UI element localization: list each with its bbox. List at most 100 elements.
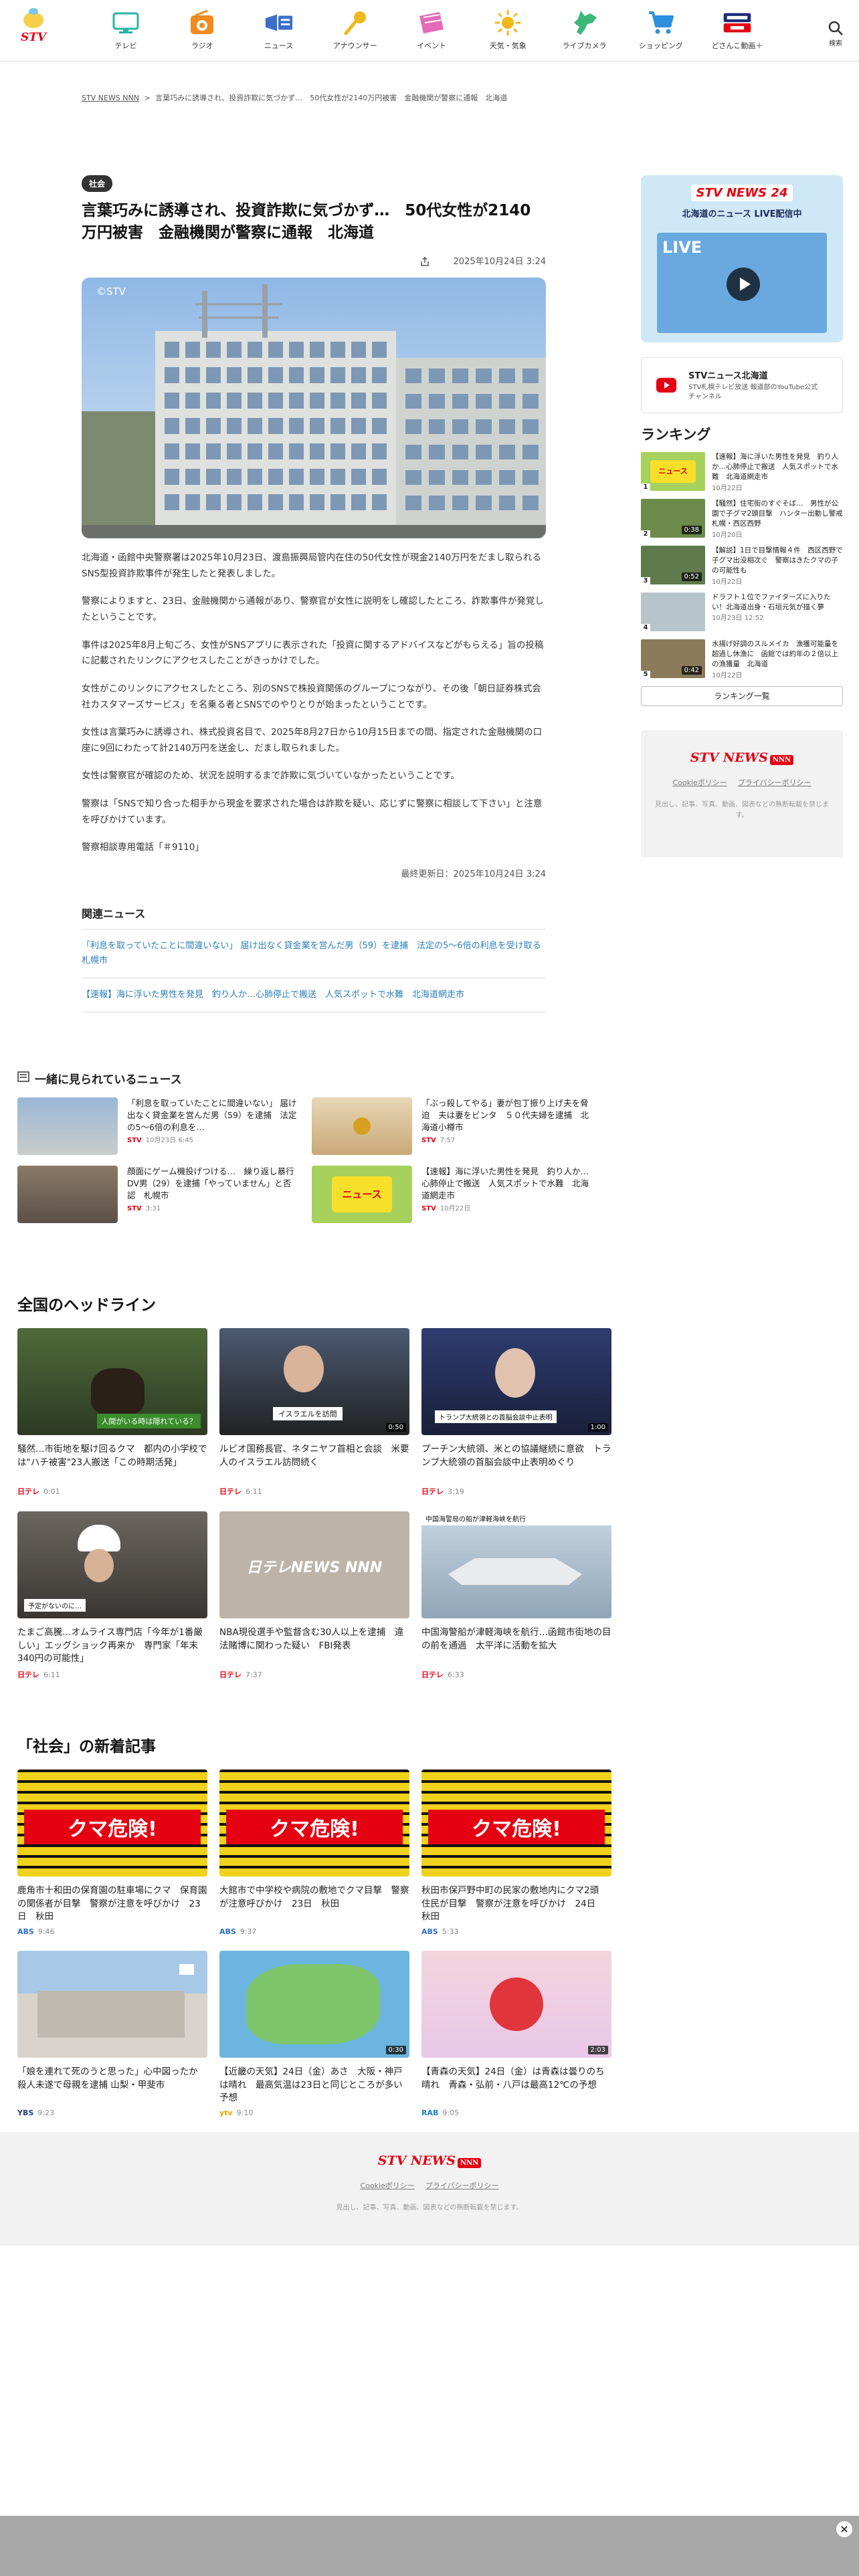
society-card-date: 9:23 bbox=[37, 2109, 54, 2117]
headline-card[interactable]: 人間がいる時は隠れている？ 騒然…市街地を駆け回るクマ 都内の小学校では"ハチ被… bbox=[17, 1328, 207, 1497]
article-paragraph: 警察によりますと、23日、金融機関から通報があり、警察官が女性に説明をし確認した… bbox=[82, 596, 544, 623]
article-paragraph: 警察は「SNSで知り合った相手から現金を要求された場合は詐欺を疑い、応じずに警察… bbox=[82, 798, 543, 825]
dosanko-logo-icon bbox=[723, 8, 752, 37]
footer-logo[interactable]: STV NEWS NNN bbox=[378, 2153, 482, 2168]
cookie-policy-link[interactable]: Cookieポリシー bbox=[360, 2181, 414, 2190]
nav-item-radio[interactable]: ラジオ bbox=[170, 5, 234, 55]
viewed-card-title: 「ぶっ殺してやる」妻が包丁振り上げ夫を脅迫 夫は妻をビンタ ５０代夫婦を逮捕 北… bbox=[421, 1098, 589, 1133]
society-card[interactable]: クマ危険! 鹿角市十和田の保育園の駐車場にクマ 保育園の関係者が目撃 警察が注意… bbox=[17, 1769, 207, 1936]
society-card[interactable]: クマ危険! 大館市で中学校や病院の敷地でクマ目撃 警察が注意呼びかけ 23日 秋… bbox=[219, 1769, 409, 1936]
breadcrumb-home-link[interactable]: STV NEWS NNN bbox=[82, 94, 139, 102]
headline-thumbnail: 日テレNEWS NNN bbox=[219, 1511, 409, 1618]
headline-thumbnail: イスラエルを訪問 0:50 bbox=[219, 1328, 409, 1435]
viewed-card[interactable]: 顔面にゲーム機投げつける… 繰り返し暴行 DV男（29）を逮捕「やっていません」… bbox=[17, 1166, 298, 1223]
ranking-title-text: 【速報】海に浮いた男性を発見 釣り人か…心肺停止で搬送 人気スポットで水難 北海… bbox=[712, 453, 838, 481]
related-news-link[interactable]: 【速報】海に浮いた男性を発見 釣り人か…心肺停止で搬送 人気スポットで水難 北海… bbox=[82, 978, 546, 1013]
article-paragraph: 女性は言葉巧みに誘導され、株式投資名目で、2025年8月27日から10月15日ま… bbox=[82, 727, 543, 754]
source-logo: 日テレ bbox=[17, 1487, 39, 1496]
ranking-more-button[interactable]: ランキング一覧 bbox=[641, 686, 843, 706]
ranking-title-text: 【解説】1日で目撃情報４件 西区西野で子グマ出没相次ぐ 警察はきたクマの子の可能… bbox=[712, 546, 843, 575]
privacy-policy-link[interactable]: プライバシーポリシー bbox=[738, 778, 812, 787]
cookie-policy-link[interactable]: Cookieポリシー bbox=[672, 778, 727, 787]
video-duration: 1:00 bbox=[587, 1423, 608, 1432]
ranking-item[interactable]: 4 ドラフト１位でファイターズに入りたい！北海道出身・石垣元気が描く夢 10月23… bbox=[641, 593, 843, 631]
headline-card-date: 6:11 bbox=[246, 1487, 262, 1496]
logo-text: STV bbox=[20, 31, 47, 44]
related-news-link[interactable]: 「利息を取っていたことに間違いない」 届け出なく貸金業を営んだ男（59）を逮捕 … bbox=[82, 928, 550, 979]
nav-label: どさんこ動画＋ bbox=[711, 41, 763, 50]
nav-item-shopping[interactable]: ショッピング bbox=[629, 5, 693, 55]
viewed-card-date: 3:31 bbox=[145, 1205, 161, 1213]
article-date: 2025年10月24日 3:24 bbox=[453, 256, 547, 267]
viewed-thumbnail bbox=[17, 1166, 118, 1223]
national-headlines-section: 全国のヘッドライン 人間がいる時は隠れている？ 騒然…市街地を駆け回るクマ 都内… bbox=[17, 1292, 613, 1680]
nav-item-news[interactable]: ニュース bbox=[247, 5, 311, 55]
society-card-date: 9:46 bbox=[37, 1927, 55, 1936]
main-nav: テレビ ラジオ ニュース アナウンサー イベント 天気・気象 ライブカメラ ショ… bbox=[94, 5, 769, 55]
article-paragraph: 女性がこのリンクにアクセスしたところ、別のSNSで株投資関係のグループにつながり… bbox=[82, 683, 541, 710]
viewed-card[interactable]: 「ぶっ殺してやる」妻が包丁振り上げ夫を脅迫 夫は妻をビンタ ５０代夫婦を逮捕 北… bbox=[312, 1097, 593, 1155]
search-button[interactable]: 検索 bbox=[824, 20, 847, 47]
headline-card[interactable]: 予定がないのに… たまご高騰…オムライス専門店「今年が1番厳しい」エッグショック… bbox=[17, 1511, 207, 1680]
society-card-date: 9:37 bbox=[240, 1927, 257, 1936]
source-logo: RAB bbox=[421, 2109, 439, 2117]
nav-label: ニュース bbox=[264, 41, 294, 50]
headline-card-date: 0:01 bbox=[43, 1487, 60, 1496]
viewed-thumbnail: ニュース bbox=[312, 1166, 412, 1223]
ranking-item[interactable]: 2 0:38 【騒然】住宅街のすぐそば… 男性が公園で子グマ2頭目撃 ハンター出動… bbox=[641, 499, 850, 539]
society-card[interactable]: 「娘を連れて死のうと思った」心中図ったか 殺人未遂で母親を逮捕 山梨・甲斐市 Y… bbox=[17, 1951, 207, 2117]
breadcrumb-separator: > bbox=[144, 94, 151, 102]
tv-icon bbox=[111, 8, 140, 37]
footer-logo[interactable]: STV NEWS NNN bbox=[690, 750, 794, 765]
play-icon[interactable] bbox=[727, 267, 760, 301]
nav-item-announcer[interactable]: アナウンサー bbox=[323, 5, 387, 55]
nav-item-event[interactable]: イベント bbox=[399, 5, 464, 55]
viewed-card-date: 7:57 bbox=[440, 1137, 456, 1145]
nav-label: イベント bbox=[417, 41, 446, 50]
ranking: ランキング ニュース 1 【速報】海に浮いた男性を発見 釣り人か…心肺停止で搬送 … bbox=[641, 424, 850, 706]
viewed-card[interactable]: 「利息を取っていたことに間違いない」 届け出なく貸金業を営んだ男（59）を逮捕 … bbox=[17, 1097, 298, 1155]
headline-card[interactable]: 中国海警局の船が津軽海峡を航行 中国海警船が津軽海峡を航行…函館市街地の目の前を… bbox=[421, 1511, 611, 1680]
image-credit: ©STV bbox=[96, 286, 126, 298]
viewed-card-title: 【速報】海に浮いた男性を発見 釣り人か…心肺停止で搬送 人気スポットで水難 北海… bbox=[421, 1166, 589, 1201]
headline-card[interactable]: 日テレNEWS NNN NBA現役選手や監督含む30人以上を逮捕 違法賭博に関わ… bbox=[219, 1511, 409, 1680]
nav-label: ライブカメラ bbox=[562, 41, 607, 50]
nav-item-livecamera[interactable]: ライブカメラ bbox=[553, 5, 617, 55]
viewed-card-title: 「利息を取っていたことに間違いない」 届け出なく貸金業を営んだ男（59）を逮捕 … bbox=[127, 1098, 297, 1133]
related-news: 関連ニュース 「利息を取っていたことに間違いない」 届け出なく貸金業を営んだ男（… bbox=[82, 905, 550, 1013]
footer-logo-badge: NNN bbox=[769, 755, 794, 765]
ranking-date: 10月20日 bbox=[712, 531, 743, 539]
source-logo: ABS bbox=[421, 1927, 438, 1936]
live-thumbnail: LIVE bbox=[657, 233, 827, 333]
privacy-policy-link[interactable]: プライバシーポリシー bbox=[425, 2181, 499, 2190]
breadcrumb: STV NEWS NNN > 言葉巧みに誘導され、投資詐欺に気づかず… 50代女… bbox=[82, 92, 510, 103]
ranking-item[interactable]: 5 0:42 水揚げ好調のスルメイカ 漁獲可能量を超過し休漁に 函館では約年の２倍… bbox=[641, 639, 843, 679]
nav-item-dosanko[interactable]: どさんこ動画＋ bbox=[705, 5, 769, 55]
thumbnail-caption: イスラエルを訪問 bbox=[273, 1407, 343, 1420]
society-card[interactable]: クマ危険! 秋田市保戸野中町の民家の敷地内にクマ2頭 住民が目撃 警察が注意を呼… bbox=[421, 1769, 611, 1936]
nav-item-tv[interactable]: テレビ bbox=[94, 5, 158, 55]
headline-card[interactable]: イスラエルを訪問 0:50 ルビオ国務長官、ネタニヤフ首相と会談 米要人のイスラエ… bbox=[219, 1328, 409, 1497]
last-updated: 最終更新日：2025年10月24日 3:24 bbox=[401, 869, 547, 879]
society-card[interactable]: 0:30 【近畿の天気】24日（金）あさ 大阪・神戸は晴れ 最高気温は23日と同… bbox=[219, 1951, 409, 2117]
headline-thumbnail: トランプ大統領との首脳会談中止表明 1:00 bbox=[421, 1328, 611, 1435]
youtube-channel-card[interactable]: STVニュース北海道 STV札幌テレビ放送 報道部のYouTube公式チャンネル bbox=[641, 357, 843, 413]
ranking-item[interactable]: 3 0:52 【解説】1日で目撃情報４件 西区西野で子グマ出没相次ぐ 警察はきたク… bbox=[641, 546, 843, 586]
ranking-item[interactable]: ニュース 1 【速報】海に浮いた男性を発見 釣り人か…心肺停止で搬送 人気スポット… bbox=[641, 452, 843, 492]
live-stream-card[interactable]: STV NEWS 24 北海道のニュース LIVE配信中 LIVE bbox=[641, 175, 843, 342]
nav-item-weather[interactable]: 天気・気象 bbox=[476, 5, 540, 55]
ranking-title-text: 水揚げ好調のスルメイカ 漁獲可能量を超過し休漁に 函館では約年の２倍以上の漁獲量… bbox=[712, 640, 838, 669]
headline-card[interactable]: トランプ大統領との首脳会談中止表明 1:00 プーチン大統領、米との協議継続に意欲… bbox=[421, 1328, 611, 1497]
source-logo: YBS bbox=[17, 2109, 34, 2117]
category-badge[interactable]: 社会 bbox=[82, 175, 113, 192]
ranking-thumbnail: ニュース 1 bbox=[641, 452, 705, 491]
article-meta: 2025年10月24日 3:24 bbox=[82, 254, 546, 267]
nav-label: アナウンサー bbox=[332, 41, 377, 50]
close-icon[interactable]: × bbox=[836, 2521, 852, 2537]
stv-logo[interactable]: STV bbox=[13, 8, 54, 52]
viewed-card[interactable]: ニュース 【速報】海に浮いた男性を発見 釣り人か…心肺停止で搬送 人気スポットで… bbox=[312, 1166, 593, 1223]
society-card[interactable]: 2:03 【青森の天気】24日（金）は青森は曇りのち晴れ 青森・弘前・八戸は最高… bbox=[421, 1951, 611, 2117]
viewed-thumbnail bbox=[312, 1097, 412, 1155]
viewed-card-date: 10月23日 6:45 bbox=[145, 1137, 193, 1145]
share-icon[interactable] bbox=[415, 256, 430, 267]
